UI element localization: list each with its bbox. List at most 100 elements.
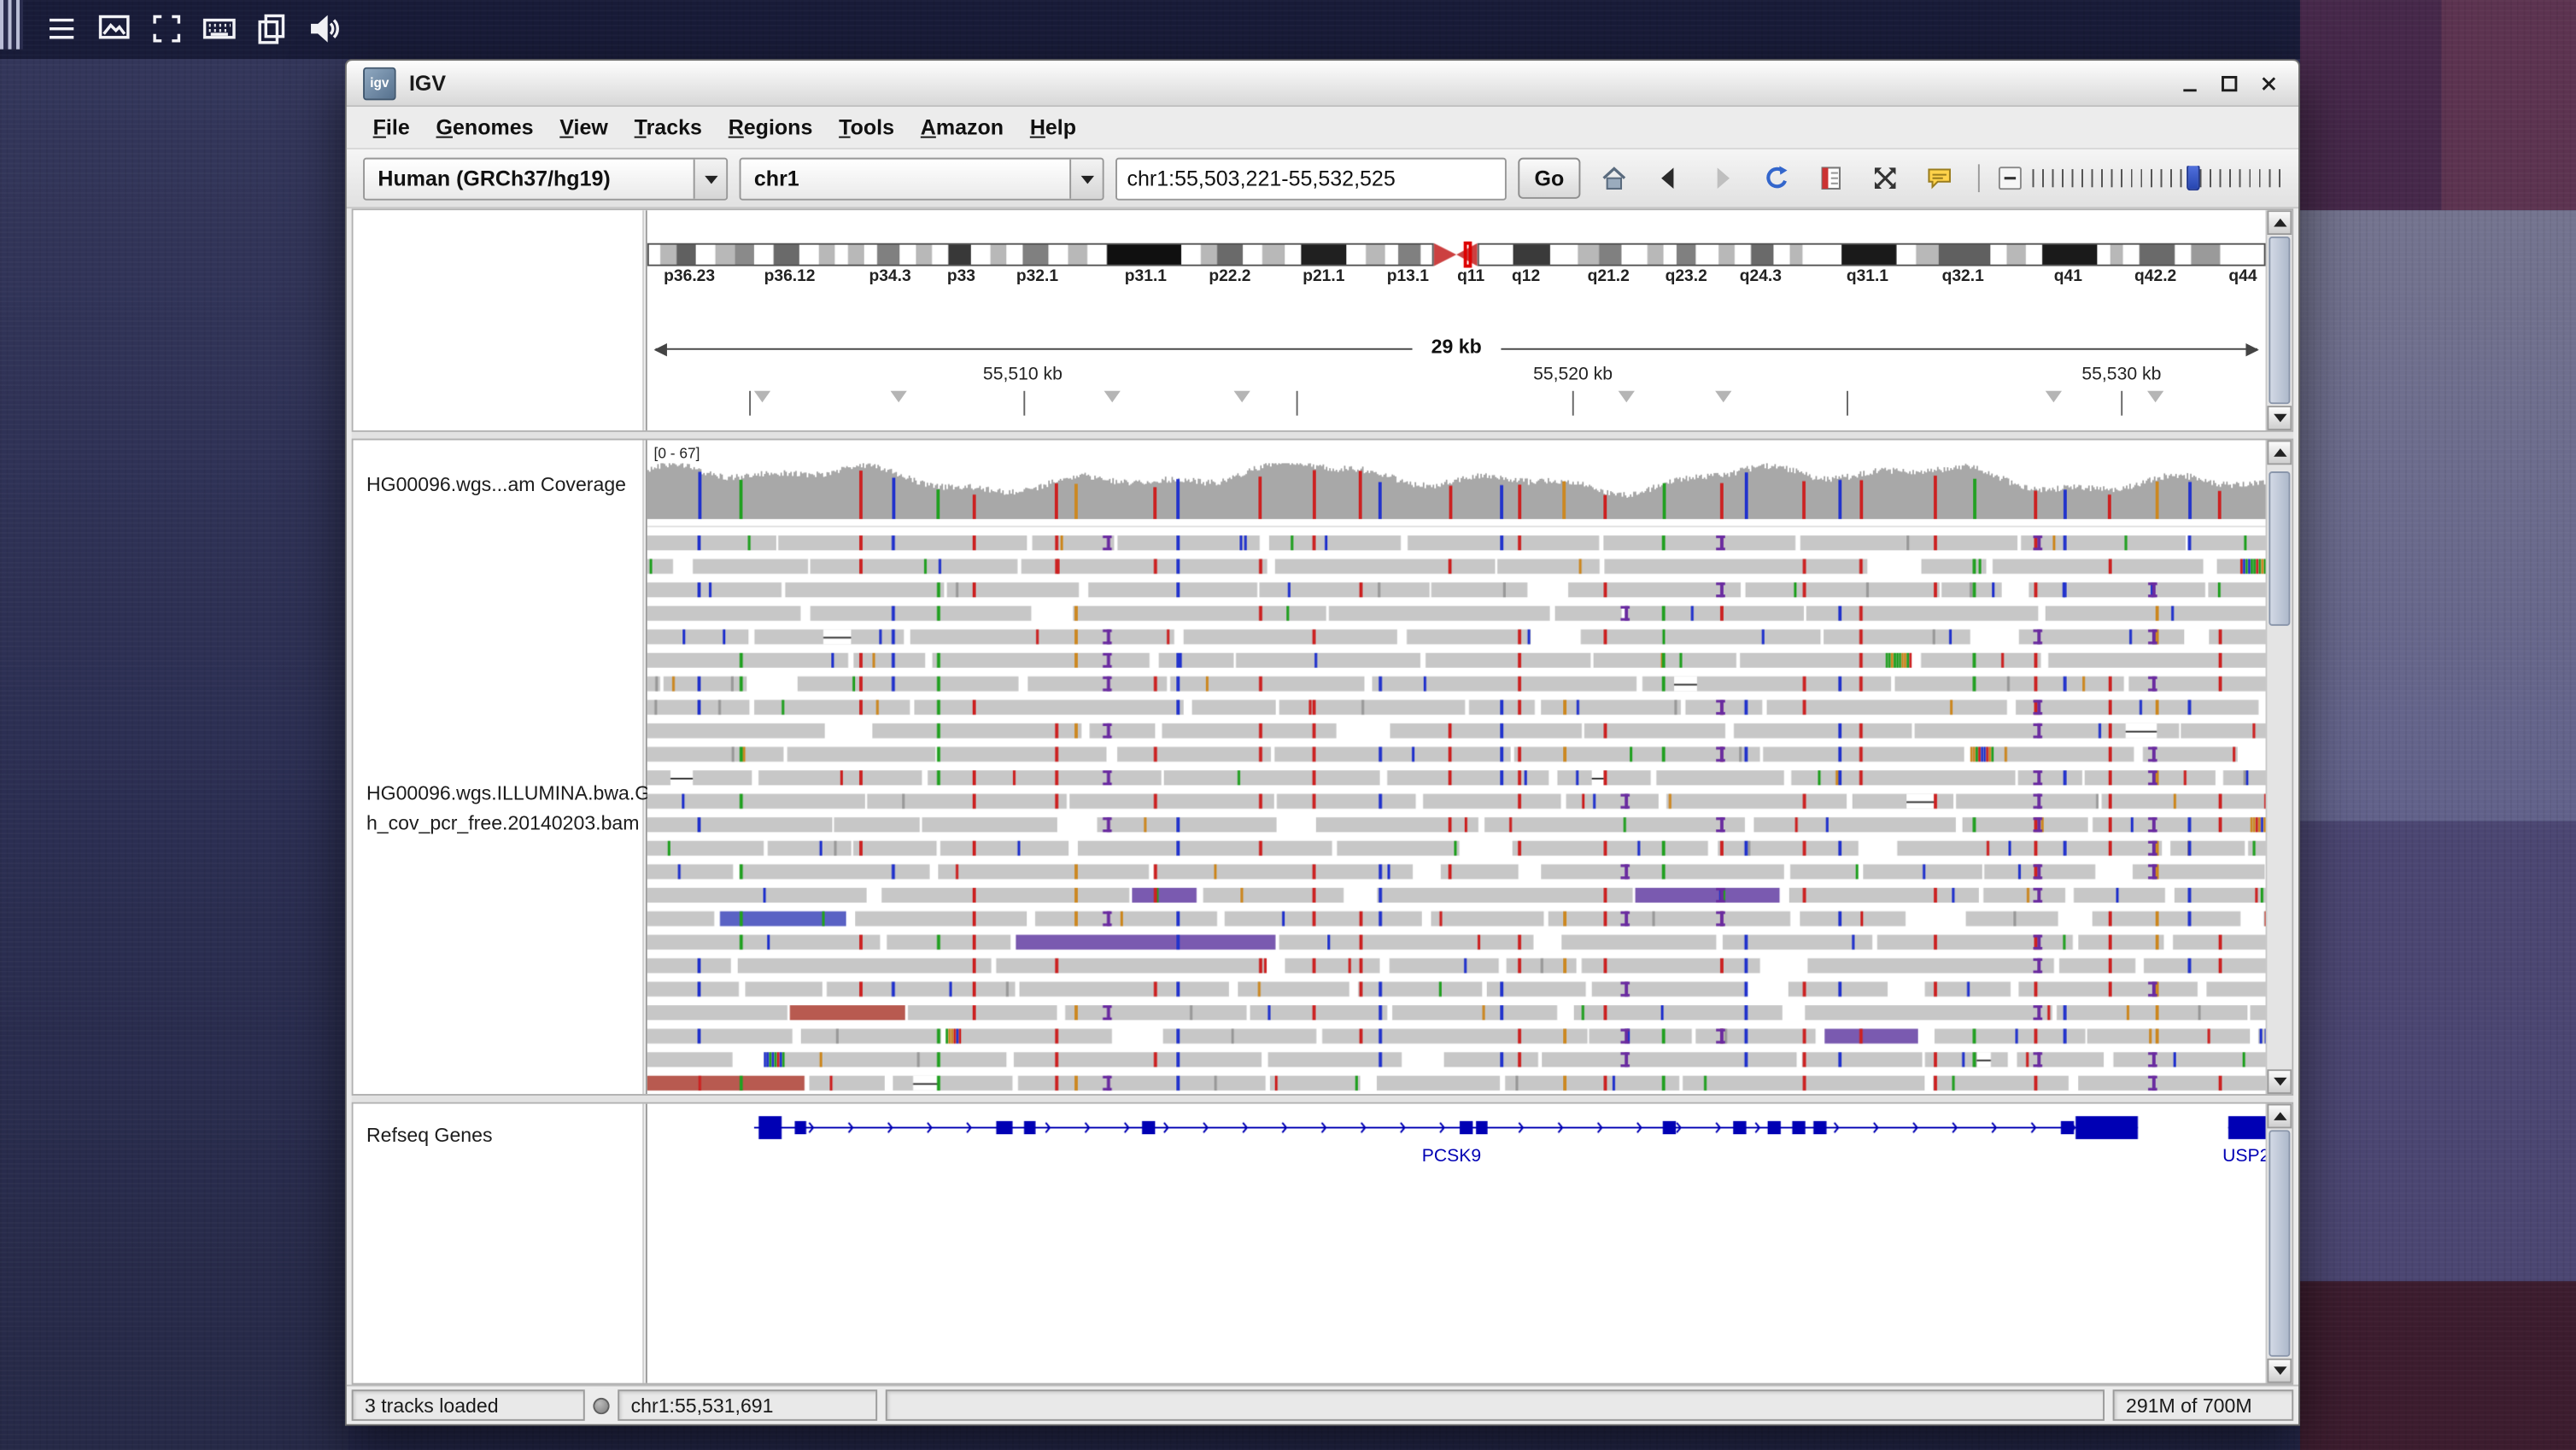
menu-icon[interactable] [43, 10, 80, 48]
genome-select[interactable]: Human (GRCh37/hg19) [363, 157, 728, 200]
gene-data-panel[interactable]: PCSK9USP2 [647, 1104, 2266, 1383]
arrow-down-icon [2273, 414, 2286, 429]
minimize-button[interactable] [2175, 69, 2204, 97]
scroll-up-button[interactable] [2267, 440, 2292, 465]
ruler-tick-label: 55,510 kb [983, 365, 1063, 384]
desktop-area [2441, 0, 2576, 210]
scroll-down-button[interactable] [2267, 1069, 2292, 1094]
toolbar-separator [1978, 164, 1980, 192]
fullscreen-icon[interactable] [148, 10, 185, 48]
desktop-area [0, 59, 348, 1450]
fit-to-window-icon[interactable] [1863, 157, 1906, 200]
menu-tools[interactable]: Tools [826, 110, 908, 144]
go-button[interactable]: Go [1518, 158, 1580, 199]
cursor-position-status: chr1:55,531,691 [618, 1389, 877, 1421]
zoom-thumb[interactable] [2187, 166, 2199, 190]
title-bar[interactable]: igv IGV [347, 61, 2298, 107]
gap-marker-icon [1104, 391, 1120, 402]
ruler-tick [1573, 391, 1575, 416]
desktop-area [0, 0, 2576, 59]
coverage-range-label: [0 - 67] [654, 445, 700, 461]
window-title: IGV [409, 71, 446, 96]
scroll-up-button[interactable] [2267, 1104, 2292, 1129]
desktop-area [2300, 0, 2441, 210]
scrollbar-thumb[interactable] [2269, 237, 2290, 404]
desktop: igv IGV File Genomes View Tracks Regions… [0, 0, 2576, 1450]
panel-grip[interactable] [0, 0, 23, 50]
menu-genomes[interactable]: Genomes [423, 110, 547, 144]
volume-icon[interactable] [306, 10, 343, 48]
menu-view[interactable]: View [547, 110, 621, 144]
region-tool-icon[interactable] [1809, 157, 1852, 200]
copy-icon[interactable] [253, 10, 290, 48]
gap-marker-icon [754, 391, 770, 402]
scrollbar-track[interactable] [2267, 235, 2292, 406]
status-bar: 3 tracks loaded chr1:55,531,691 291M of … [347, 1385, 2298, 1424]
ruler-tick [1022, 391, 1024, 416]
keyboard-icon[interactable] [201, 10, 238, 48]
tracks-loaded-status: 3 tracks loaded [352, 1389, 585, 1421]
horizontal-splitter[interactable] [352, 1096, 2294, 1102]
gene-track-name[interactable]: Refseq Genes [366, 1124, 493, 1147]
zoom-control [1998, 166, 2282, 190]
horizontal-splitter[interactable] [352, 432, 2294, 439]
track-name-panel [354, 210, 643, 430]
maximize-button[interactable] [2215, 69, 2243, 97]
coverage-track-name[interactable]: HG00096.wgs...am Coverage [366, 473, 626, 496]
menu-help[interactable]: Help [1016, 110, 1089, 144]
genome-select-dropdown-button[interactable] [694, 159, 726, 198]
scroll-down-button[interactable] [2267, 1359, 2292, 1383]
chromosome-select-dropdown-button[interactable] [1069, 159, 1102, 198]
scroll-down-button[interactable] [2267, 406, 2292, 430]
chromosome-select[interactable]: chr1 [740, 157, 1104, 200]
ruler-tick-label: 55,520 kb [1533, 365, 1613, 384]
alignment-track-name[interactable]: HG00096.wgs.ILLUMINA.bwa.G h_cov_pcr_fre… [366, 779, 650, 838]
igv-window: igv IGV File Genomes View Tracks Regions… [345, 59, 2300, 1425]
scrollbar [2266, 1104, 2292, 1383]
track-name-panel: HG00096.wgs...am Coverage HG00096.wgs.IL… [354, 440, 643, 1094]
arrow-up-icon [2273, 441, 2286, 456]
menu-amazon[interactable]: Amazon [907, 110, 1016, 144]
close-button[interactable] [2254, 69, 2282, 97]
scroll-up-button[interactable] [2267, 210, 2292, 235]
refresh-icon[interactable] [1754, 157, 1797, 200]
scrollbar-thumb[interactable] [2269, 1130, 2290, 1356]
alignment-track-name-line2: h_cov_pcr_free.20140203.bam [366, 808, 650, 838]
menu-regions[interactable]: Regions [715, 110, 825, 144]
genome-select-value: Human (GRCh37/hg19) [365, 166, 694, 190]
back-icon[interactable] [1646, 157, 1689, 200]
ruler-tick-label: 55,530 kb [2081, 365, 2161, 384]
toolbar: Human (GRCh37/hg19) chr1 Go [347, 149, 2298, 208]
home-icon[interactable] [1592, 157, 1635, 200]
gap-marker-icon [890, 391, 906, 402]
alignment-data-panel[interactable]: [0 - 67] [647, 440, 2266, 1094]
alignment-track-name-line1: HG00096.wgs.ILLUMINA.bwa.G [366, 779, 650, 809]
scrollbar [2266, 440, 2292, 1094]
scrollbar-track[interactable] [2267, 465, 2292, 1069]
alignment-canvas[interactable] [647, 440, 2266, 1094]
menu-bar: File Genomes View Tracks Regions Tools A… [347, 107, 2298, 149]
tooltip-toggle-icon[interactable] [1917, 157, 1960, 200]
ruler[interactable]: 55,510 kb 55,520 kb 55,530 kb [647, 210, 2266, 430]
message-status [886, 1389, 2105, 1421]
arrow-up-icon [2273, 212, 2286, 226]
forward-icon[interactable] [1701, 157, 1743, 200]
activity-indicator-icon [593, 1397, 609, 1413]
menu-tracks[interactable]: Tracks [621, 110, 715, 144]
taskbar [43, 10, 343, 48]
scrollbar-thumb[interactable] [2269, 471, 2290, 626]
locus-input[interactable] [1115, 157, 1507, 200]
span-label: 29 kb [1412, 335, 1502, 358]
gene-panel: Refseq Genes PCSK9USP2 [352, 1102, 2294, 1385]
scrollbar [2266, 210, 2292, 430]
zoom-out-icon[interactable] [1998, 166, 2023, 190]
chevron-down-icon [1080, 175, 1093, 190]
gap-marker-icon [2147, 391, 2163, 402]
alignment-panel: HG00096.wgs...am Coverage HG00096.wgs.IL… [352, 439, 2294, 1096]
ideogram-panel[interactable]: p36.23p36.12p34.3p33p32.1p31.1p22.2p21.1… [647, 210, 2266, 430]
menu-file[interactable]: File [360, 110, 423, 144]
display-icon[interactable] [96, 10, 133, 48]
zoom-slider[interactable] [2032, 169, 2281, 187]
scrollbar-track[interactable] [2267, 1128, 2292, 1358]
main-content: p36.23p36.12p34.3p33p32.1p31.1p22.2p21.1… [347, 208, 2298, 1384]
